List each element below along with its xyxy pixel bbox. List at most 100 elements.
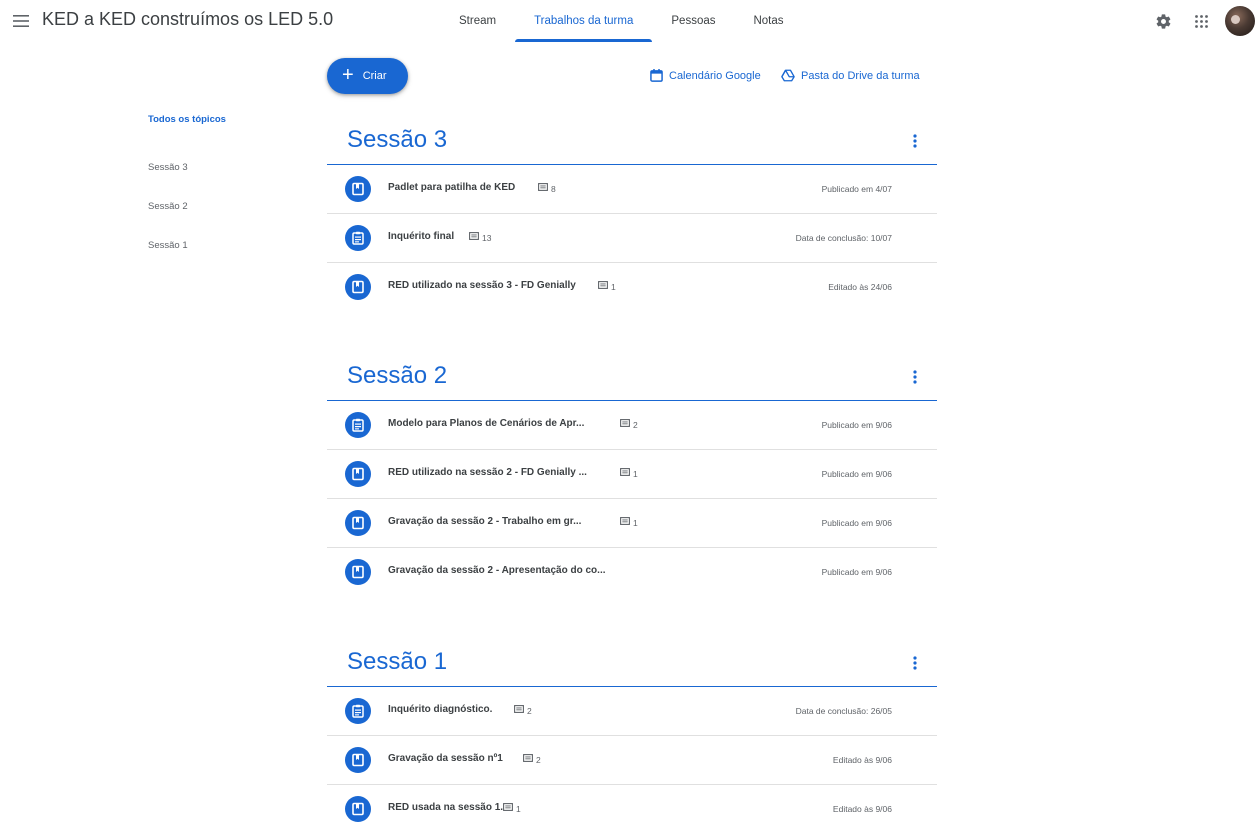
comment-count: 13 [469, 232, 491, 243]
comment-count: 1 [598, 281, 616, 292]
comment-icon [620, 419, 630, 430]
gear-icon [1156, 13, 1170, 29]
topic-item-all[interactable]: Todos os tópicos [148, 110, 288, 128]
item-status: Data de conclusão: 10/07 [795, 233, 892, 243]
google-calendar-label: Calendário Google [669, 69, 761, 82]
create-button-label: Criar [362, 70, 387, 82]
drive-icon [781, 69, 795, 82]
comment-icon [620, 468, 630, 479]
more-vert-icon [913, 370, 917, 384]
topic-item-sessao-3[interactable]: Sessão 3 [148, 148, 288, 187]
comment-count-value: 2 [536, 754, 541, 765]
classwork-item[interactable]: Gravação da sessão 2 - Apresentação do c… [327, 548, 937, 597]
comment-count: 2 [514, 705, 532, 716]
assignment-icon [345, 225, 371, 251]
material-icon [345, 559, 371, 585]
item-status: Editado às 24/06 [828, 282, 892, 292]
item-status: Publicado em 9/06 [821, 469, 892, 479]
topic-header: Sessão 2 [327, 358, 937, 401]
topic-section: Sessão 1 Inquérito diagnóstico. 2 Data de c… [327, 644, 937, 834]
tab-classwork[interactable]: Trabalhos da turma [515, 0, 653, 42]
classwork-item[interactable]: Modelo para Planos de Cenários de Apr...… [327, 401, 937, 450]
classwork-item[interactable]: Gravação da sessão nº1 2 Editado às 9/06 [327, 736, 937, 785]
topic-item-sessao-2[interactable]: Sessão 2 [148, 187, 288, 226]
topic-header: Sessão 3 [327, 122, 937, 165]
item-title: RED usada na sessão 1. [388, 802, 504, 813]
comment-count-value: 1 [516, 803, 521, 814]
item-status: Editado às 9/06 [832, 804, 892, 814]
material-icon [345, 461, 371, 487]
comment-icon [598, 281, 608, 292]
classwork-item[interactable]: Inquérito final 13 Data de conclusão: 10/0… [327, 214, 937, 263]
topic-item-sessao-1[interactable]: Sessão 1 [148, 226, 288, 265]
more-vert-icon [913, 656, 917, 670]
hamburger-menu-icon [13, 15, 29, 27]
comment-count-value: 2 [633, 419, 638, 430]
item-title: Gravação da sessão 2 - Apresentação do c… [388, 565, 606, 576]
item-title: Inquérito diagnóstico. [388, 704, 493, 715]
tab-grades[interactable]: Notas [734, 0, 802, 42]
item-status: Publicado em 9/06 [821, 567, 892, 577]
tab-people[interactable]: Pessoas [652, 0, 734, 42]
material-icon [345, 796, 371, 822]
comment-count: 1 [620, 517, 638, 528]
topic-section: Sessão 3 Padlet para patilha de KED 8 Publi… [327, 122, 937, 312]
item-status: Data de conclusão: 26/05 [795, 706, 892, 716]
item-status: Publicado em 9/06 [821, 420, 892, 430]
topic-more-options-button[interactable] [905, 128, 925, 154]
create-button[interactable]: + Criar [327, 58, 408, 94]
item-status: Publicado em 4/07 [821, 184, 892, 194]
topic-title: Sessão 3 [347, 126, 448, 153]
material-icon [345, 747, 371, 773]
drive-folder-label: Pasta do Drive da turma [801, 69, 920, 82]
comment-count-value: 1 [611, 281, 616, 292]
material-icon [345, 176, 371, 202]
comment-icon [514, 705, 524, 716]
item-status: Editado às 9/06 [832, 755, 892, 765]
item-title: Gravação da sessão nº1 [388, 753, 503, 764]
plus-icon: + [342, 64, 354, 86]
item-title: Padlet para patilha de KED [388, 182, 516, 193]
classwork-item[interactable]: Gravação da sessão 2 - Trabalho em gr...… [327, 499, 937, 548]
tab-stream[interactable]: Stream [440, 0, 515, 42]
comment-count-value: 8 [551, 183, 556, 194]
classwork-item[interactable]: Padlet para patilha de KED 8 Publicado em … [327, 165, 937, 214]
assignment-icon [345, 698, 371, 724]
classwork-item[interactable]: RED utilizado na sessão 3 - FD Genially 1… [327, 263, 937, 312]
main-menu-button[interactable] [6, 6, 36, 36]
drive-folder-link[interactable]: Pasta do Drive da turma [781, 69, 920, 82]
comment-icon [469, 232, 479, 243]
settings-button[interactable] [1150, 8, 1176, 34]
apps-button[interactable] [1188, 8, 1214, 34]
topic-header: Sessão 1 [327, 644, 937, 687]
item-title: RED utilizado na sessão 2 - FD Genially … [388, 467, 587, 478]
google-calendar-link[interactable]: Calendário Google [650, 69, 761, 82]
comment-count: 1 [620, 468, 638, 479]
classwork-item[interactable]: Inquérito diagnóstico. 2 Data de conclusão… [327, 687, 937, 736]
comment-icon [503, 803, 513, 814]
account-avatar[interactable] [1225, 6, 1255, 36]
comment-count: 2 [523, 754, 541, 765]
item-status: Publicado em 9/06 [821, 518, 892, 528]
classwork-item[interactable]: RED utilizado na sessão 2 - FD Genially … [327, 450, 937, 499]
classwork-item[interactable]: RED usada na sessão 1. 1 Editado às 9/06 [327, 785, 937, 834]
item-title: Inquérito final [388, 231, 455, 242]
item-title: Modelo para Planos de Cenários de Apr... [388, 418, 585, 429]
comment-count: 1 [503, 803, 521, 814]
class-tabs: Stream Trabalhos da turma Pessoas Notas [440, 0, 803, 42]
assignment-icon [345, 412, 371, 438]
topic-more-options-button[interactable] [905, 364, 925, 390]
item-title: RED utilizado na sessão 3 - FD Genially [388, 280, 576, 291]
comment-count: 8 [538, 183, 556, 194]
comment-icon [523, 754, 533, 765]
topic-title: Sessão 2 [347, 362, 448, 389]
topic-more-options-button[interactable] [905, 650, 925, 676]
comment-icon [538, 183, 548, 194]
topic-section: Sessão 2 Modelo para Planos de Cenários d… [327, 358, 937, 597]
comment-icon [620, 517, 630, 528]
class-title[interactable]: KED a KED construímos os LED 5.0 [42, 9, 333, 30]
topic-nav: Todos os tópicos Sessão 3 Sessão 2 Sessã… [148, 110, 288, 265]
comment-count-value: 13 [482, 232, 492, 243]
calendar-icon [650, 69, 663, 82]
top-app-bar: KED a KED construímos os LED 5.0 Stream … [0, 0, 1255, 42]
